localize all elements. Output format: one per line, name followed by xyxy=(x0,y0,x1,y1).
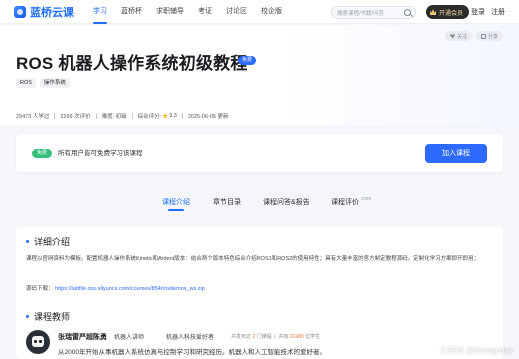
learners-prefix: 共有 xyxy=(278,334,289,340)
nav-career[interactable]: 求职辅导 xyxy=(149,0,191,24)
course-title: ROS 机器人操作系统初级教程 xyxy=(16,54,248,73)
learners-count: 29473 人学过 xyxy=(16,114,50,120)
bullet-dot xyxy=(26,315,29,318)
divider xyxy=(181,113,183,119)
register-link[interactable]: 注册 xyxy=(491,7,505,17)
search-icon[interactable] xyxy=(404,9,411,16)
share-label: 分享 xyxy=(487,33,498,40)
rating-label: 综合评分: xyxy=(137,114,162,120)
detail-title: 详细介绍 xyxy=(34,237,71,247)
auth-links: 登录 注册 xyxy=(471,0,505,24)
top-navbar: 蓝桥云课 学习 蓝桥杯 求职辅导 考证 讨论区 校企版 搜索课程/书籍/问答 开… xyxy=(0,0,519,24)
free-badge: 免费 xyxy=(238,56,257,65)
avatar-eye xyxy=(39,340,42,343)
source-label: 源码下载： xyxy=(26,286,54,292)
teacher-section-title: 课程教师 xyxy=(34,312,71,322)
nav-lanqiao-cup[interactable]: 蓝桥杯 xyxy=(114,0,149,24)
source-download: 源码下载： https://labfile.oss.aliyuncs.com/c… xyxy=(26,284,205,292)
tab-qa-label: 课程问答&报告 xyxy=(263,199,310,206)
rating-value: 9.3 xyxy=(169,113,177,119)
tab-intro-label: 课程介绍 xyxy=(162,199,190,206)
detail-heading: 详细介绍 xyxy=(26,235,70,248)
course-tags: ROS 操作系统 xyxy=(16,78,70,88)
vip-label: 开通会员 xyxy=(439,10,464,17)
logo-text: 蓝桥云课 xyxy=(30,6,74,19)
learners-suffix: 位学生 xyxy=(305,334,321,340)
csdn-watermark: CSDN @zhangrelay xyxy=(440,346,513,355)
tab-chapters-label: 章节目录 xyxy=(213,199,241,206)
search-placeholder: 搜索课程/书籍/问答 xyxy=(337,10,385,17)
vip-button[interactable]: 开通会员 xyxy=(426,5,470,19)
follow-button[interactable]: 关注 xyxy=(444,31,472,41)
reviews-count-badge: 2299 xyxy=(360,196,371,201)
difficulty: 难度: 初级 xyxy=(101,114,127,120)
tag-ros[interactable]: ROS xyxy=(16,78,36,88)
share-icon xyxy=(480,33,486,39)
course-hero: 关注 分享 ROS 机器人操作系统初级教程 免费 ROS 操作系统 29473 … xyxy=(0,25,519,125)
updated-date: 2025-06-05 更新 xyxy=(187,114,229,120)
teacher-heading: 课程教师 xyxy=(26,310,70,323)
share-button[interactable]: 分享 xyxy=(475,31,503,41)
crown-icon xyxy=(430,9,436,15)
divider xyxy=(54,113,56,119)
search-input[interactable]: 搜索课程/书籍/问答 xyxy=(331,6,416,19)
source-link[interactable]: https://labfile.oss.aliyuncs.com/courses… xyxy=(55,286,205,292)
join-course-button[interactable]: 加入课程 xyxy=(425,144,487,163)
join-description: 所有用户皆可免费学习该课程 xyxy=(58,150,143,157)
teacher-role-secondary: 机器人科技爱好者 xyxy=(166,335,215,341)
logo-icon xyxy=(14,5,26,18)
tab-qa-reports[interactable]: 课程问答&报告 xyxy=(263,195,310,213)
divider xyxy=(95,113,97,119)
detail-paragraph: 课程以官网资料为模板。配置机器人操作系统Kinetic和Ardent版本：结合两… xyxy=(26,256,480,262)
follow-label: 关注 xyxy=(456,33,467,40)
teacher-avatar[interactable] xyxy=(26,330,50,354)
course-tabs: 课程介绍 章节目录 课程问答&报告 课程评价 2299 xyxy=(0,195,519,213)
avatar-eye xyxy=(34,340,37,343)
main-nav: 学习 蓝桥杯 求职辅导 考证 讨论区 校企版 xyxy=(86,0,289,24)
join-card: 免费 所有用户皆可免费学习该课程 加入课程 xyxy=(16,134,503,172)
nav-forum[interactable]: 讨论区 xyxy=(219,0,254,24)
reviews-count: 2299 次评价 xyxy=(60,114,91,120)
course-stats: 29473 人学过 2299 次评价 难度: 初级 综合评分: 9.3 2025… xyxy=(16,112,229,120)
login-link[interactable]: 登录 xyxy=(471,7,485,17)
bullet-dot xyxy=(26,240,29,243)
nav-enterprise[interactable]: 校企版 xyxy=(254,0,289,24)
teacher-learners-count: 22480 xyxy=(289,334,304,340)
tab-chapters[interactable]: 章节目录 xyxy=(213,195,241,213)
tab-intro[interactable]: 课程介绍 xyxy=(162,195,190,213)
nav-certificate[interactable]: 考证 xyxy=(191,0,219,24)
tab-reviews-label: 课程评价 xyxy=(331,199,359,206)
courses-prefix: 共发布过 xyxy=(231,334,252,340)
nav-learn[interactable]: 学习 xyxy=(86,0,114,24)
teacher-name[interactable]: 张瑞雷严超陈勇 xyxy=(58,332,107,342)
detail-panel: 详细介绍 课程以官网资料为模板。配置机器人操作系统Kinetic和Ardent版… xyxy=(16,227,503,359)
courses-count: 2 xyxy=(252,334,256,340)
teacher-meta: 共发布过 2 门课程 | 共有 22480 位学生 xyxy=(231,334,321,340)
hero-actions: 关注 分享 xyxy=(444,31,503,41)
teacher-role: 机器人讲师 xyxy=(114,335,145,341)
free-tag: 免费 xyxy=(32,149,53,158)
heart-icon xyxy=(449,33,455,39)
site-logo[interactable]: 蓝桥云课 xyxy=(14,4,86,20)
tab-reviews[interactable]: 课程评价 2299 xyxy=(331,195,371,213)
tag-os[interactable]: 操作系统 xyxy=(39,78,70,88)
star-icon xyxy=(162,113,169,119)
divider xyxy=(131,113,133,119)
courses-suffix: 门课程 xyxy=(256,334,272,340)
teacher-bio: 从2000年开始从事机器人系统仿真与控制学习和研究经历。机器人和人工智能技术的爱… xyxy=(58,349,326,356)
